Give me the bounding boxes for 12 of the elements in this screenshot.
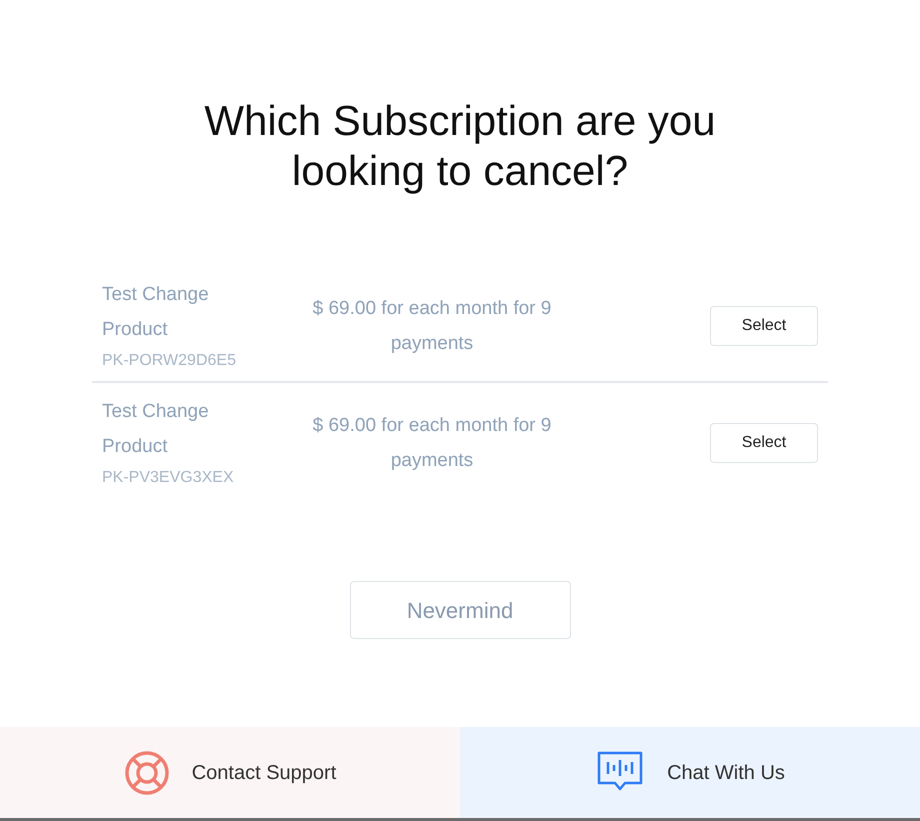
product-name: Test Change Product bbox=[102, 283, 210, 342]
support-button[interactable]: Contact Support bbox=[0, 727, 460, 818]
product-code: PK-PORW29D6E5 bbox=[102, 351, 237, 371]
lifebuoy-icon bbox=[124, 750, 170, 796]
select-button[interactable]: Select bbox=[710, 306, 818, 346]
product-code: PK-PV3EVG3XEX bbox=[102, 468, 235, 488]
select-button[interactable]: Select bbox=[710, 423, 818, 463]
product-name: Test Change Product bbox=[102, 400, 210, 459]
price-text: $ 69.00 for each month for 9 payments bbox=[312, 297, 552, 356]
price-text: $ 69.00 for each month for 9 payments bbox=[312, 414, 552, 473]
dialog-title: Which Subscription are you looking to cancel? bbox=[203, 96, 717, 196]
chat-button[interactable]: Chat With Us bbox=[460, 727, 920, 818]
